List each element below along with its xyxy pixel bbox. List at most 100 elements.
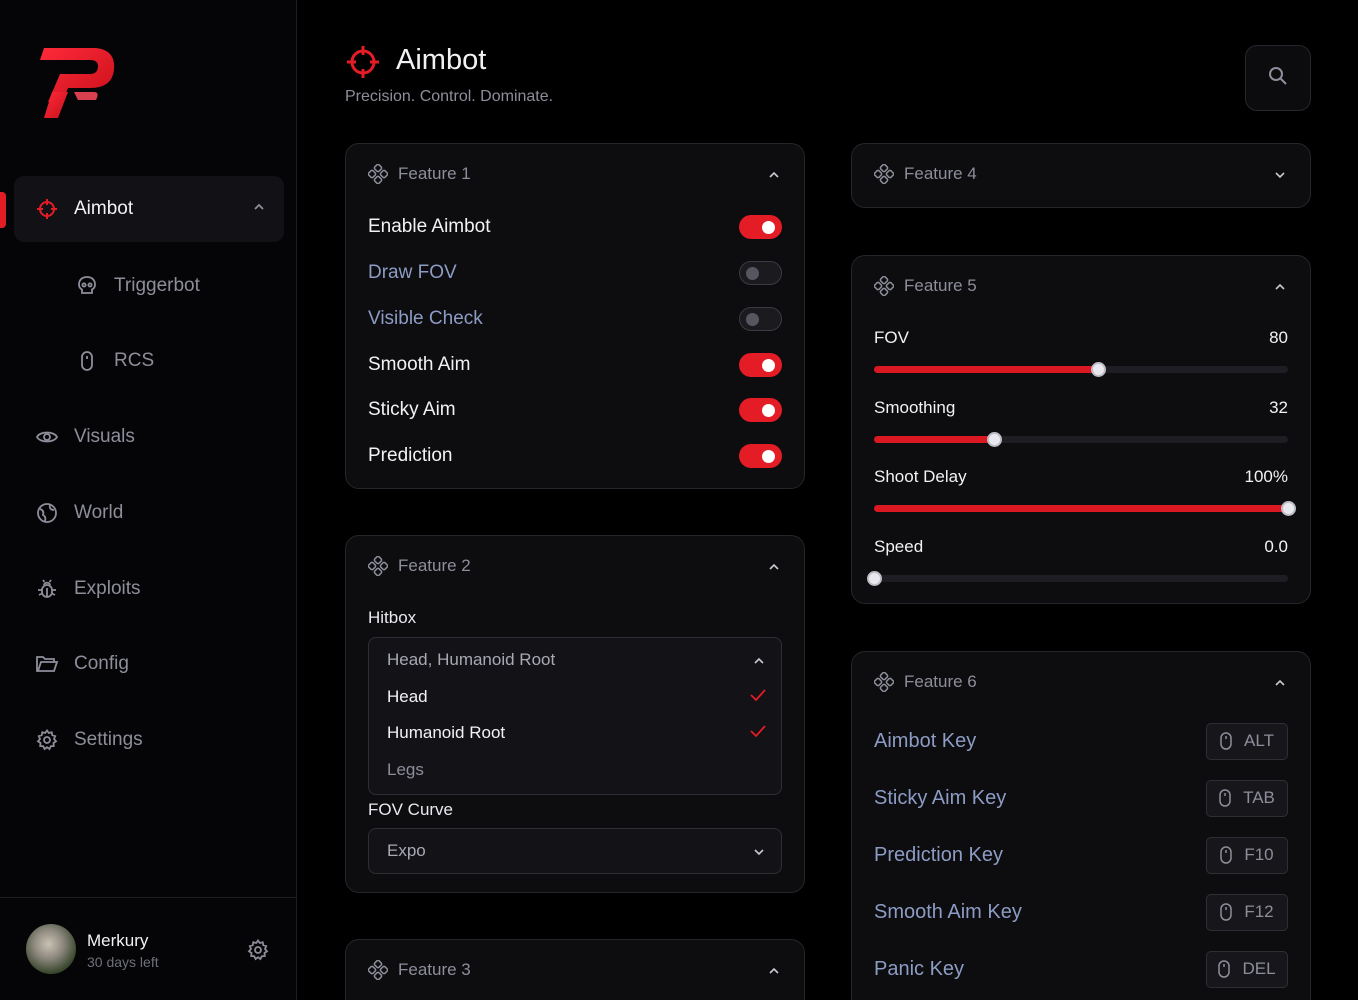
chevron-up-icon[interactable] [768,168,780,186]
slider-label: FOV [874,328,909,347]
sticky-aim-toggle[interactable] [739,398,782,422]
sidebar-item-triggerbot[interactable]: Triggerbot [54,253,284,319]
mouse-icon [1219,789,1231,807]
slider-track[interactable] [874,432,1288,447]
brand-logo [40,48,115,118]
feature-1-card: Feature 1 Enable Aimbot Draw FOV Visible… [345,143,805,489]
keybind-label: Panic Key [874,957,965,980]
sidebar-item-aimbot[interactable]: Aimbot [14,176,284,242]
card-header[interactable]: Feature 6 [874,672,977,692]
active-indicator [0,192,6,228]
card-title: Feature 5 [904,276,977,295]
key-value: F10 [1244,845,1274,864]
sidebar-item-config[interactable]: Config [14,631,284,697]
chevron-up-icon[interactable] [768,964,780,982]
slider-value: 32 [1269,398,1288,417]
card-title: Feature 6 [904,672,977,691]
aimbot-key-button[interactable]: ALT [1206,722,1288,760]
sidebar-item-label: Settings [74,729,143,750]
card-header[interactable]: Feature 4 [874,164,977,184]
mouse-icon [1220,732,1232,750]
card-title: Feature 2 [398,556,471,575]
card-title: Feature 4 [904,164,977,183]
card-header[interactable]: Feature 1 [368,164,471,184]
toggle-row-visible-check: Visible Check [368,304,782,334]
slider-label: Speed [874,537,924,556]
option-label: Humanoid Root [387,723,506,742]
sidebar-item-rcs[interactable]: RCS [54,328,284,394]
sidebar-item-label: Exploits [74,578,141,599]
chevron-down-icon[interactable] [1274,168,1286,186]
card-header[interactable]: Feature 5 [874,276,977,296]
sidebar-item-visuals[interactable]: Visuals [14,404,284,470]
chevron-down-icon [753,845,765,863]
enable-aimbot-toggle[interactable] [739,215,782,239]
speed-slider[interactable]: Speed 0.0 [867,537,1288,587]
hitbox-option-legs[interactable]: Legs [387,760,767,780]
option-label: Head [387,687,428,706]
keybind-row-prediction: Prediction Key F10 [874,836,1288,874]
sidebar-item-label: World [74,502,124,523]
sidebar: Aimbot Triggerbot RCS Visuals World Expl… [0,0,297,1000]
hitbox-option-head[interactable]: Head [387,687,767,707]
fov-curve-select[interactable]: Expo [368,828,782,874]
module-icon [368,960,388,980]
user-profile: Merkury 30 days left [0,897,297,1000]
slider-thumb[interactable] [1281,501,1296,516]
keybind-label: Smooth Aim Key [874,900,1022,923]
eye-icon [34,424,60,450]
slider-thumb[interactable] [867,571,882,586]
chevron-up-icon[interactable] [1274,280,1286,298]
hitbox-option-humanoid-root[interactable]: Humanoid Root [387,723,767,743]
slider-thumb[interactable] [987,432,1003,447]
sidebar-item-world[interactable]: World [14,480,284,546]
fov-slider[interactable]: FOV 80 [874,328,1288,378]
feature-2-card: Feature 2 Hitbox Head, Humanoid Root Hea… [345,535,805,893]
keybind-label: Aimbot Key [874,729,977,752]
slider-thumb[interactable] [1090,362,1106,377]
card-title: Feature 3 [398,960,471,979]
keybind-label: Prediction Key [874,843,1003,866]
avatar[interactable] [26,924,76,974]
visible-check-toggle[interactable] [739,307,782,331]
toggle-label: Prediction [368,445,453,466]
panic-key-button[interactable]: DEL [1206,950,1288,988]
check-icon [749,723,767,743]
smoothing-slider[interactable]: Smoothing 32 [874,398,1288,448]
chevron-up-icon[interactable] [768,560,780,578]
prediction-toggle[interactable] [739,444,782,468]
mouse-icon [1220,903,1233,921]
card-header[interactable]: Feature 2 [368,556,471,576]
sidebar-item-settings[interactable]: Settings [14,707,284,773]
draw-fov-toggle[interactable] [739,261,782,285]
card-header[interactable]: Feature 3 [368,960,471,980]
gear-icon[interactable] [247,938,269,966]
fov-curve-value: Expo [387,841,426,860]
hitbox-dropdown[interactable]: Head, Humanoid Root Head Humanoid Root L… [368,637,782,795]
sidebar-item-label: RCS [114,350,155,371]
slider-label: Shoot Delay [874,467,967,486]
sidebar-item-exploits[interactable]: Exploits [14,556,284,622]
smooth-aim-toggle[interactable] [739,353,782,377]
key-value: ALT [1244,731,1274,750]
chevron-up-icon [753,654,765,672]
slider-track[interactable] [867,571,1288,586]
toggle-label: Enable Aimbot [368,216,491,237]
chevron-up-icon[interactable] [1274,676,1286,694]
slider-track[interactable] [874,362,1288,377]
smooth-aim-key-button[interactable]: F12 [1206,893,1288,931]
sidebar-item-label: Visuals [74,426,135,447]
slider-track[interactable] [874,501,1296,516]
toggle-row-enable-aimbot: Enable Aimbot [368,212,782,242]
mouse-icon [74,348,100,374]
shoot-delay-slider[interactable]: Shoot Delay 100% [874,467,1296,517]
card-title: Feature 1 [398,164,471,183]
module-icon [874,164,894,184]
sticky-aim-key-button[interactable]: TAB [1206,779,1288,817]
search-button[interactable] [1245,45,1311,111]
toggle-label: Sticky Aim [368,399,456,420]
prediction-key-button[interactable]: F10 [1206,836,1288,874]
module-icon [874,276,894,296]
sidebar-item-label: Config [74,653,129,674]
toggle-label: Draw FOV [368,262,457,283]
